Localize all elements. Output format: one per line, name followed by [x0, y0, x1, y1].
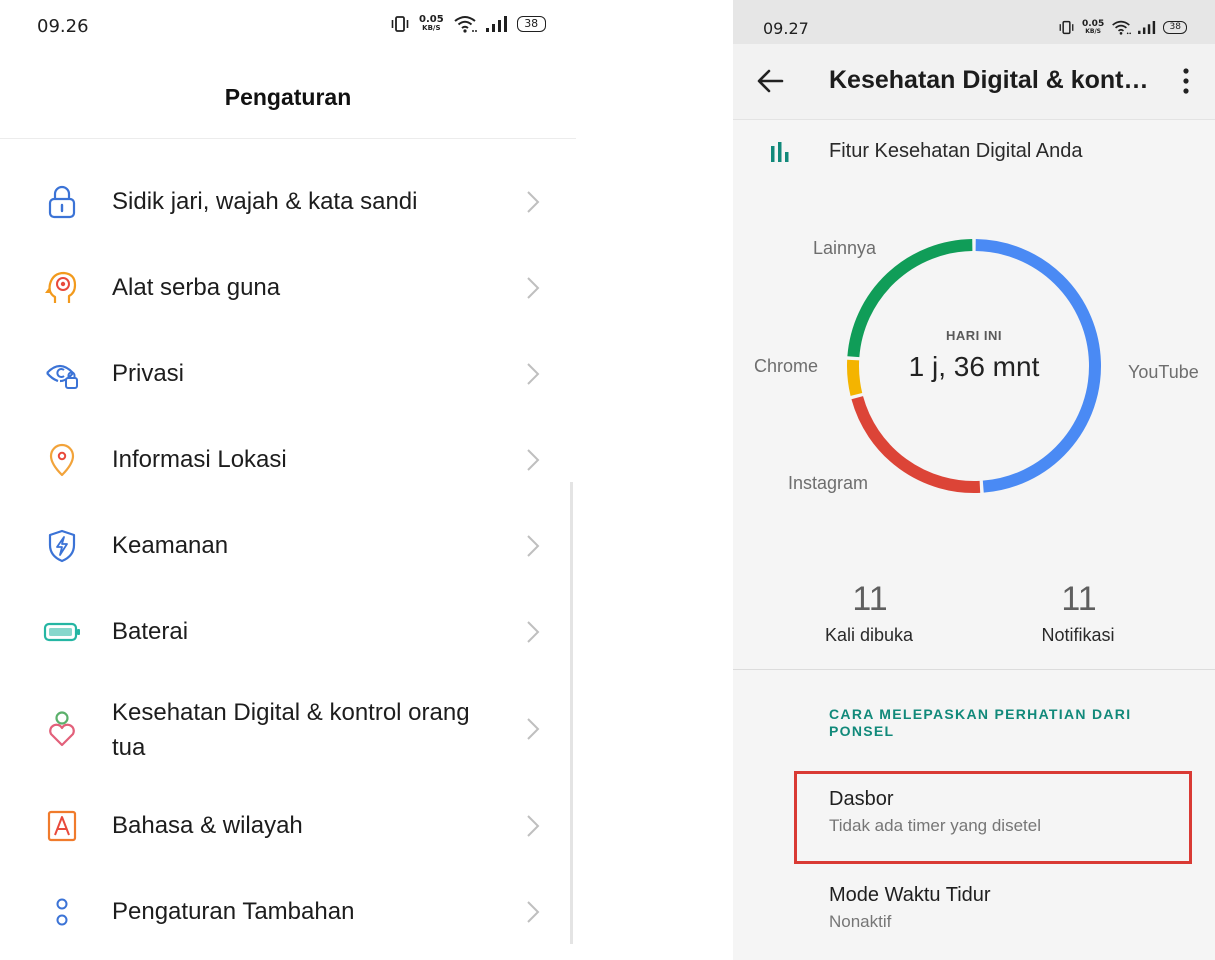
page-title: Pengaturan	[224, 84, 352, 110]
app-bar: Kesehatan Digital & kont…	[733, 44, 1215, 120]
network-speed: 0.05 KB/S	[1082, 18, 1105, 35]
chevron-right-icon	[527, 901, 540, 923]
battery-icon	[43, 613, 81, 651]
highlight-box	[794, 771, 1192, 864]
two-dots-icon	[43, 893, 81, 931]
settings-item-battery[interactable]: Baterai	[0, 600, 576, 664]
wifi-icon	[454, 16, 477, 33]
segment-label-instagram: Instagram	[788, 473, 868, 493]
network-speed: 0.05 KB/S	[419, 14, 444, 33]
vibrate-icon	[1059, 20, 1074, 35]
head-target-icon	[43, 269, 81, 307]
usage-donut-chart[interactable]: Lainnya Chrome Instagram YouTube HARI IN…	[733, 180, 1215, 560]
signal-icon	[1138, 21, 1156, 34]
settings-item-label: Bahasa & wilayah	[112, 812, 303, 839]
stat-label-opens: Kali dibuka	[824, 625, 914, 645]
donut-segment-chrome[interactable]	[847, 359, 863, 396]
language-a-icon	[43, 807, 81, 845]
stat-value-opens: 11	[852, 580, 888, 618]
chevron-right-icon	[527, 621, 540, 643]
section-divider	[733, 669, 1215, 670]
settings-item-label: Keamanan	[112, 532, 229, 559]
status-bar: 09.27 0.05 KB/S 38	[733, 0, 1215, 44]
settings-item-label: Alat serba guna	[112, 274, 281, 301]
settings-item-location[interactable]: Informasi Lokasi	[0, 428, 576, 492]
bar-chart-icon	[771, 142, 789, 162]
segment-label-lainnya: Lainnya	[813, 238, 877, 258]
settings-item-tools[interactable]: Alat serba guna	[0, 256, 576, 320]
settings-item-label: Sidik jari, wajah & kata sandi	[112, 188, 418, 215]
chevron-right-icon	[527, 191, 540, 213]
settings-item-digital-wellbeing[interactable]: Kesehatan Digital & kontrol orang tua	[0, 690, 576, 770]
settings-item-label: Informasi Lokasi	[112, 446, 287, 473]
stat-label-notifications: Notifikasi	[1041, 625, 1115, 645]
page-title: Kesehatan Digital & kont…	[829, 66, 1149, 94]
donut-center-caption: HARI INI	[946, 328, 1002, 343]
settings-item-language[interactable]: Bahasa & wilayah	[0, 794, 576, 858]
chevron-right-icon	[527, 449, 540, 471]
battery-indicator: 38	[516, 16, 546, 32]
chevron-right-icon	[527, 277, 540, 299]
battery-indicator: 38	[1163, 21, 1188, 34]
settings-item-label: Privasi	[112, 360, 185, 387]
row-title: Mode Waktu Tidur	[829, 884, 991, 906]
status-time: 09.27	[763, 19, 809, 38]
donut-center-value: 1 j, 36 mnt	[909, 351, 1040, 382]
location-pin-icon	[43, 441, 81, 479]
settings-screen: 09.26 0.05 KB/S 38 Pengaturan Sidik jari…	[0, 0, 576, 960]
settings-item-security[interactable]: Keamanan	[0, 514, 576, 578]
section-header: CARA MELEPASKAN PERHATIAN DARI PONSEL	[829, 706, 1132, 739]
settings-item-label: Baterai	[112, 618, 189, 645]
more-options-icon[interactable]	[1179, 66, 1193, 96]
chevron-right-icon	[527, 363, 540, 385]
settings-item-privacy[interactable]: Privasi	[0, 342, 576, 406]
chevron-right-icon	[527, 718, 540, 740]
segment-label-youtube: YouTube	[1128, 362, 1199, 382]
scrollbar[interactable]	[570, 482, 573, 944]
settings-item-additional[interactable]: Pengaturan Tambahan	[0, 880, 576, 944]
row-subtitle: Nonaktif	[829, 912, 892, 931]
feature-label: Fitur Kesehatan Digital Anda	[829, 140, 1083, 162]
person-heart-icon	[43, 710, 81, 748]
settings-item-fingerprint[interactable]: Sidik jari, wajah & kata sandi	[0, 170, 576, 234]
chevron-right-icon	[527, 535, 540, 557]
back-arrow-icon[interactable]	[755, 66, 785, 96]
status-icons: 0.05 KB/S 38	[390, 15, 546, 33]
shield-bolt-icon	[43, 527, 81, 565]
chevron-right-icon	[527, 815, 540, 837]
settings-item-label: Kesehatan Digital & kontrol orang tua	[112, 699, 470, 761]
segment-label-chrome: Chrome	[754, 356, 818, 376]
bedtime-mode-row[interactable]: Mode Waktu Tidur Nonaktif	[733, 868, 1215, 950]
vibrate-icon	[391, 16, 409, 32]
status-time: 09.26	[37, 16, 89, 37]
status-icons: 0.05 KB/S 38	[1058, 18, 1188, 35]
wifi-icon	[1112, 20, 1132, 35]
lock-icon	[43, 183, 81, 221]
signal-icon	[485, 16, 507, 32]
donut-segment-instagram[interactable]	[851, 396, 981, 493]
header-divider	[0, 138, 576, 139]
settings-item-label: Pengaturan Tambahan	[112, 898, 355, 925]
eye-lock-icon	[43, 355, 81, 393]
stat-value-notifications: 11	[1061, 580, 1097, 618]
